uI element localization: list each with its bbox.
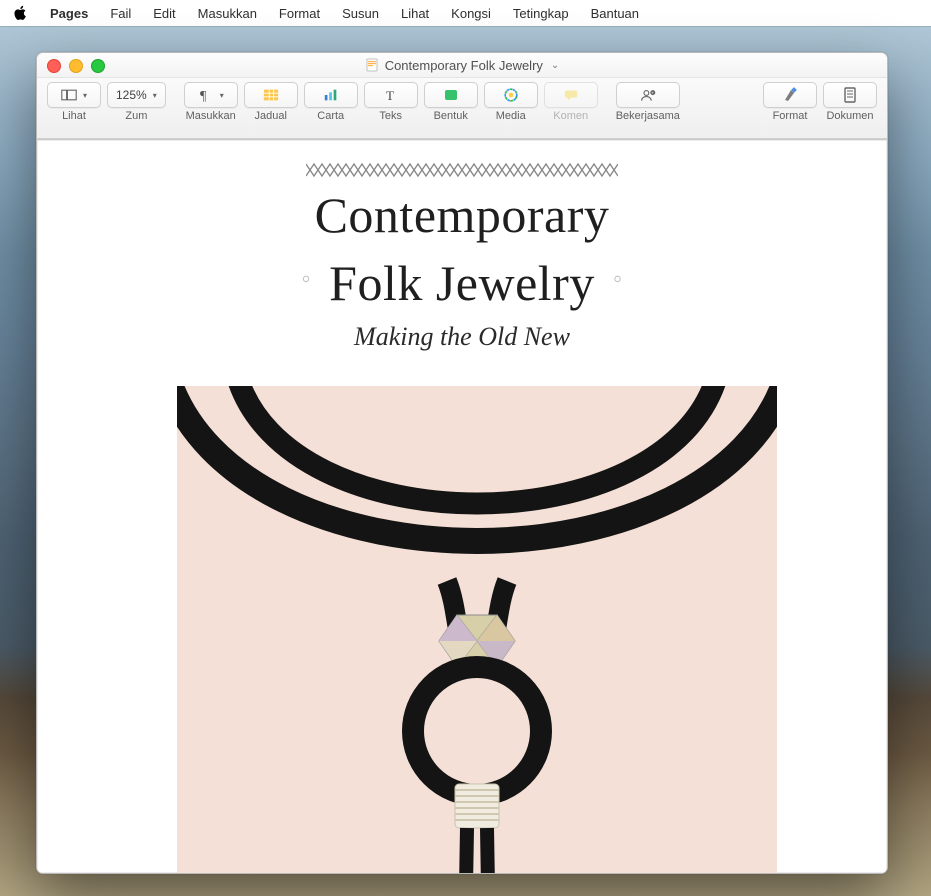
toolbar-dokumen[interactable]: Dokumen [823,82,877,122]
chevron-down-icon[interactable]: ⌄ [551,60,559,71]
menu-bantuan[interactable]: Bantuan [581,4,649,23]
menu-masukkan[interactable]: Masukkan [188,4,267,23]
ornament-dot-left: ◦ [301,264,311,295]
menu-format[interactable]: Format [269,4,330,23]
toolbar-jadual[interactable]: Jadual [244,82,298,122]
toolbar-teks-label: Teks [379,110,402,122]
toolbar-lihat-label: Lihat [62,110,86,122]
toolbar-format[interactable]: Format [763,82,817,122]
toolbar-zum[interactable]: 125% ▾ Zum [107,82,166,122]
zoom-button[interactable] [91,59,105,73]
ornament-zigzag [306,162,618,178]
toolbar-jadual-label: Jadual [255,110,287,122]
window-title-text: Contemporary Folk Jewelry [385,58,543,73]
document-title[interactable]: Contemporary ◦ Folk Jewelry ◦ [37,186,887,313]
apple-menu-icon[interactable] [12,4,30,22]
toolbar-komen[interactable]: Komen [544,82,598,122]
toolbar-teks[interactable]: T Teks [364,82,418,122]
toolbar-bekerjasama-label: Bekerjasama [616,110,680,122]
toolbar-carta[interactable]: Carta [304,82,358,122]
toolbar-bekerjasama[interactable]: + Bekerjasama [616,82,680,122]
ornament-dot-right: ◦ [613,264,623,295]
window-title[interactable]: Contemporary Folk Jewelry ⌄ [365,58,560,73]
menu-fail[interactable]: Fail [100,4,141,23]
toolbar-media-label: Media [496,110,526,122]
document-title-line2: Folk Jewelry [329,254,595,313]
minimize-button[interactable] [69,59,83,73]
menu-lihat[interactable]: Lihat [391,4,439,23]
document-subtitle[interactable]: Making the Old New [37,322,887,352]
chevron-down-icon: ▾ [83,91,87,100]
menu-susun[interactable]: Susun [332,4,389,23]
toolbar-format-label: Format [773,110,808,122]
menu-edit[interactable]: Edit [143,4,185,23]
toolbar-komen-label: Komen [553,110,588,122]
document-image[interactable] [177,386,777,873]
menubar: Pages Fail Edit Masukkan Format Susun Li… [0,0,931,26]
zoom-value: 125% [116,88,147,102]
toolbar-bentuk-label: Bentuk [434,110,468,122]
toolbar: ▾ Lihat 125% ▾ Zum ¶ ▾ Masukkan Jadual Car… [37,78,887,139]
menu-app[interactable]: Pages [40,4,98,23]
toolbar-zum-label: Zum [125,110,147,122]
menu-tetingkap[interactable]: Tetingkap [503,4,579,23]
document-canvas[interactable]: Contemporary ◦ Folk Jewelry ◦ Making the… [37,139,887,873]
svg-text:¶: ¶ [200,89,207,103]
close-button[interactable] [47,59,61,73]
pages-window: Contemporary Folk Jewelry ⌄ ▾ Lihat 125%… [36,52,888,874]
chevron-down-icon: ▾ [220,91,224,100]
toolbar-dokumen-label: Dokumen [826,110,873,122]
document-icon [365,58,379,72]
toolbar-lihat[interactable]: ▾ Lihat [47,82,101,122]
toolbar-masukkan-label: Masukkan [186,110,236,122]
toolbar-masukkan[interactable]: ¶ ▾ Masukkan [184,82,238,122]
svg-text:+: + [651,90,654,95]
document-title-line1: Contemporary [37,186,887,245]
titlebar[interactable]: Contemporary Folk Jewelry ⌄ [37,53,887,78]
svg-text:T: T [386,88,394,103]
chevron-down-icon: ▾ [153,91,157,100]
necklace-illustration [177,386,777,873]
toolbar-carta-label: Carta [317,110,344,122]
traffic-lights [47,59,105,73]
toolbar-media[interactable]: Media [484,82,538,122]
toolbar-bentuk[interactable]: Bentuk [424,82,478,122]
document-page[interactable]: Contemporary ◦ Folk Jewelry ◦ Making the… [37,140,887,873]
menu-kongsi[interactable]: Kongsi [441,4,501,23]
